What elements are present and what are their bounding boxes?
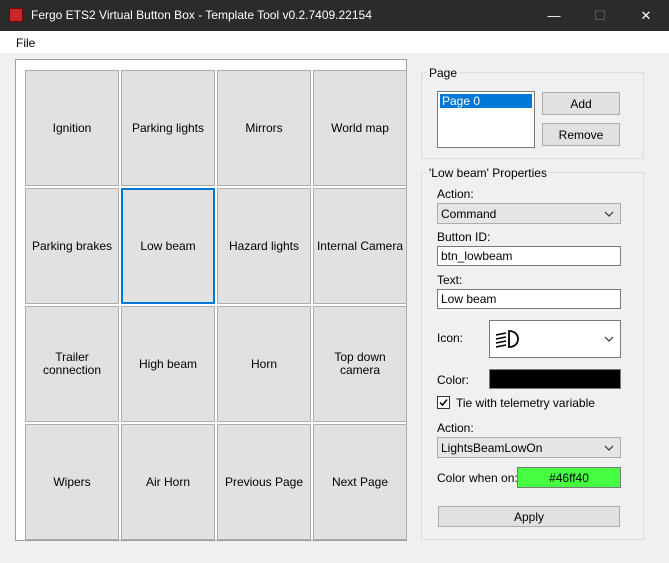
- tie-telemetry-label: Tie with telemetry variable: [456, 396, 595, 410]
- icon-label: Icon:: [437, 331, 464, 345]
- apply-button[interactable]: Apply: [438, 506, 620, 527]
- grid-button[interactable]: Horn: [217, 306, 311, 422]
- color-when-on-label: Color when on:: [437, 471, 518, 485]
- chevron-down-icon: [604, 211, 614, 217]
- grid-button[interactable]: Hazard lights: [217, 188, 311, 304]
- maximize-button[interactable]: ☐: [577, 0, 623, 31]
- action-label: Action:: [437, 187, 474, 201]
- color-swatch[interactable]: #000000: [489, 369, 621, 389]
- grid-button[interactable]: Wipers: [25, 424, 119, 540]
- page-list-item[interactable]: Page 0: [440, 94, 532, 108]
- properties-group-title: 'Low beam' Properties: [427, 166, 549, 180]
- close-button[interactable]: ✕: [623, 0, 669, 31]
- grid-button[interactable]: Trailer connection: [25, 306, 119, 422]
- telemetry-action-label: Action:: [437, 421, 474, 435]
- grid-button[interactable]: World map: [313, 70, 407, 186]
- grid-button[interactable]: Next Page: [313, 424, 407, 540]
- button-id-input[interactable]: btn_lowbeam: [437, 246, 621, 266]
- color-value: #000000: [531, 372, 579, 386]
- grid-button[interactable]: Internal Camera: [313, 188, 407, 304]
- minimize-button[interactable]: —: [531, 0, 577, 31]
- chevron-down-icon: [604, 445, 614, 451]
- grid-button[interactable]: Mirrors: [217, 70, 311, 186]
- grid-button[interactable]: Ignition: [25, 70, 119, 186]
- grid-button[interactable]: Parking brakes: [25, 188, 119, 304]
- app-icon: [9, 8, 23, 22]
- telemetry-action-select[interactable]: LightsBeamLowOn: [437, 437, 621, 458]
- action-select[interactable]: Command: [437, 203, 621, 224]
- tie-telemetry-checkbox[interactable]: [437, 396, 450, 409]
- chevron-down-icon: [604, 336, 614, 342]
- telemetry-action-value: LightsBeamLowOn: [441, 441, 543, 455]
- menu-file[interactable]: File: [16, 36, 35, 50]
- icon-select[interactable]: [489, 320, 621, 358]
- color-label: Color:: [437, 373, 470, 387]
- color-when-on-swatch[interactable]: #46ff40: [517, 467, 621, 488]
- color-when-on-value: #46ff40: [549, 470, 589, 485]
- grid-button-selected[interactable]: Low beam: [121, 188, 215, 304]
- checkmark-icon: [439, 399, 448, 407]
- button-id-label: Button ID:: [437, 230, 491, 244]
- button-grid-panel: Ignition Parking lights Mirrors World ma…: [15, 59, 407, 541]
- grid-button[interactable]: Parking lights: [121, 70, 215, 186]
- text-input[interactable]: Low beam: [437, 289, 621, 309]
- text-label: Text:: [437, 273, 463, 287]
- button-id-value: btn_lowbeam: [441, 249, 513, 263]
- grid-button[interactable]: High beam: [121, 306, 215, 422]
- grid-button[interactable]: Air Horn: [121, 424, 215, 540]
- remove-page-button[interactable]: Remove: [542, 123, 620, 146]
- window-title: Fergo ETS2 Virtual Button Box - Template…: [31, 8, 372, 22]
- text-value: Low beam: [441, 292, 497, 306]
- grid-button[interactable]: Previous Page: [217, 424, 311, 540]
- grid-button[interactable]: Top down camera: [313, 306, 407, 422]
- add-page-button[interactable]: Add: [542, 92, 620, 115]
- action-select-value: Command: [441, 207, 497, 221]
- page-group-title: Page: [427, 66, 460, 80]
- menu-bar: File: [0, 31, 669, 53]
- page-listbox[interactable]: Page 0: [437, 91, 535, 148]
- title-bar: Fergo ETS2 Virtual Button Box - Template…: [0, 0, 669, 31]
- low-beam-headlight-icon: [495, 330, 519, 348]
